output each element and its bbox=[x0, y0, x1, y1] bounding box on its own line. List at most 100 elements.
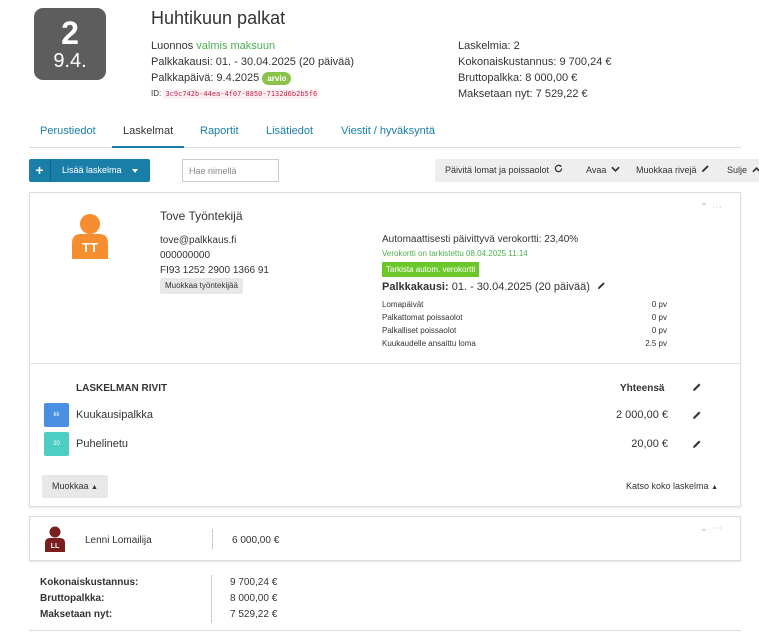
id-line: ID: 3c9c742b-44ea-4f07-8850-7132d6b2b5f6 bbox=[151, 86, 441, 102]
edit-employee-button[interactable]: Muokkaa työntekijää bbox=[160, 278, 243, 294]
refresh-icon bbox=[554, 159, 563, 182]
chevron-up-icon bbox=[751, 159, 759, 182]
edit-rows-label: Muokkaa rivejä bbox=[636, 165, 697, 175]
caret-down-icon bbox=[132, 169, 138, 173]
section-divider bbox=[30, 363, 740, 364]
tax-card-block: Automaattisesti päivittyvä verokortti: 2… bbox=[382, 233, 682, 350]
edit-row-icon[interactable] bbox=[692, 439, 702, 452]
expand-icon[interactable]: ⌄ bbox=[700, 523, 712, 534]
leave-row: Lomapäivät 0 pv bbox=[382, 298, 667, 311]
avatar: TT bbox=[70, 213, 110, 259]
summary-row: Bruttopalkka: 8 000,00 € bbox=[40, 591, 740, 607]
avatar-initials: LL bbox=[51, 543, 60, 550]
bottom-divider bbox=[29, 630, 741, 631]
edit-rows-button[interactable]: Muokkaa rivejä bbox=[636, 159, 710, 182]
see-full-calculation-link[interactable]: Katso koko laskelma ▲ bbox=[626, 481, 718, 491]
tax-checked-info: Verokortti on tarkistettu 08.04.2025 11:… bbox=[382, 249, 528, 258]
row-type-icon: kk bbox=[44, 403, 69, 427]
close-button[interactable]: Sulje bbox=[727, 159, 759, 182]
id-label: ID: bbox=[151, 89, 162, 98]
avatar: LL bbox=[44, 526, 66, 552]
pay-now-line: Maksetaan nyt: 7 529,22 € bbox=[458, 88, 588, 100]
employee-iban: FI93 1252 2900 1366 91 bbox=[160, 265, 269, 276]
card-controls: ⌄⋯ bbox=[700, 523, 726, 534]
pay-row: 20 Puhelinetu 20,00 € bbox=[44, 432, 724, 458]
row-value: 2 000,00 € bbox=[616, 409, 668, 421]
leave-row: Palkalliset poissaolot 0 pv bbox=[382, 324, 667, 337]
employee-card-collapsed[interactable]: ⌄⋯ LL Lenni Lomailija 6 000,00 € bbox=[29, 516, 741, 561]
count-line: Laskelmia: 2 bbox=[458, 40, 520, 52]
edit-period-icon[interactable] bbox=[597, 281, 606, 293]
edit-row-icon[interactable] bbox=[692, 410, 702, 423]
summary-row: Kokonaiskustannus: 9 700,24 € bbox=[40, 575, 740, 591]
page-title: Huhtikuun palkat bbox=[151, 8, 286, 28]
payroll-meta-right: Laskelmia: 2 Kokonaiskustannus: 9 700,24… bbox=[458, 38, 738, 102]
payday-text: Palkkapäivä: 9.4.2025 bbox=[151, 72, 260, 84]
pencil-icon bbox=[701, 159, 710, 182]
close-label: Sulje bbox=[727, 165, 748, 175]
summary-label: Kokonaiskustannus: bbox=[40, 577, 139, 588]
summary-row: Maksetaan nyt: 7 529,22 € bbox=[40, 607, 740, 623]
day-number: 2 bbox=[61, 15, 79, 51]
tab-laskelmat[interactable]: Laskelmat bbox=[112, 118, 185, 148]
check-tax-card-button[interactable]: Tarkista autom. verokortti bbox=[382, 262, 480, 277]
summary-label: Maksetaan nyt: bbox=[40, 609, 113, 620]
toolbar: + Lisää laskelma Päivitä lomat ja poissa… bbox=[29, 159, 759, 183]
leave-value: 2.5 pv bbox=[645, 339, 667, 348]
total-column-title: Yhteensä bbox=[620, 383, 665, 394]
row-label: Puhelinetu bbox=[76, 438, 128, 450]
status-line: Luonnos valmis maksuun bbox=[151, 38, 441, 54]
estimate-badge: arvio bbox=[262, 71, 292, 85]
employee-card-expanded: ⌃⋯ TT Tove Työntekijä tove@palkkaus.fi 0… bbox=[29, 192, 741, 507]
summary-value: 8 000,00 € bbox=[230, 593, 278, 604]
leave-value: 0 pv bbox=[651, 300, 667, 309]
refresh-leaves-button[interactable]: Päivitä lomat ja poissaolot bbox=[445, 159, 563, 182]
caret-up-icon: ▲ bbox=[91, 484, 98, 491]
total-cost-line: Kokonaiskustannus: 9 700,24 € bbox=[458, 56, 612, 68]
open-button[interactable]: Avaa bbox=[586, 159, 620, 182]
tab-lisatiedot[interactable]: Lisätiedot bbox=[255, 118, 324, 148]
tab-viestit[interactable]: Viestit / hyväksyntä bbox=[330, 118, 446, 148]
row-value: 20,00 € bbox=[631, 438, 668, 450]
edit-rows-icon[interactable] bbox=[692, 382, 702, 395]
leave-label: Palkalliset poissaolot bbox=[382, 326, 457, 335]
card-controls: ⌃⋯ bbox=[700, 202, 726, 213]
add-calculation-button[interactable]: + Lisää laskelma bbox=[29, 159, 150, 182]
payroll-meta-left: Luonnos valmis maksuun Palkkakausi: 01. … bbox=[151, 38, 441, 102]
employee-email: tove@palkkaus.fi bbox=[160, 235, 237, 246]
avatar-initials: TT bbox=[82, 240, 98, 255]
leave-label: Kuukaudelle ansaittu loma bbox=[382, 339, 476, 348]
status-highlight: valmis maksuun bbox=[196, 40, 276, 52]
tab-bar: Perustiedot Laskelmat Raportit Lisätiedo… bbox=[29, 118, 741, 148]
calc-rows-title: LASKELMAN RIVIT bbox=[76, 383, 168, 394]
edit-dropdown-button[interactable]: Muokkaa ▲ bbox=[42, 475, 108, 498]
more-icon[interactable]: ⋯ bbox=[712, 202, 726, 213]
leave-row: Kuukaudelle ansaittu loma 2.5 pv bbox=[382, 337, 667, 350]
plus-icon: + bbox=[29, 159, 51, 182]
collapse-icon[interactable]: ⌃ bbox=[700, 202, 712, 213]
summary-value: 7 529,22 € bbox=[230, 609, 278, 620]
summary-value: 9 700,24 € bbox=[230, 577, 278, 588]
search-input[interactable] bbox=[182, 159, 279, 182]
pay-row: kk Kuukausipalkka 2 000,00 € bbox=[44, 403, 724, 429]
open-label: Avaa bbox=[586, 165, 607, 175]
add-calculation-label: Lisää laskelma bbox=[62, 165, 122, 175]
tax-card-info: Automaattisesti päivittyvä verokortti: 2… bbox=[382, 234, 579, 245]
calc-period-label: Palkkakausi: bbox=[382, 281, 449, 293]
employee-amount: 6 000,00 € bbox=[232, 535, 280, 546]
leave-value: 0 pv bbox=[651, 326, 667, 335]
gross-line: Bruttopalkka: 8 000,00 € bbox=[458, 72, 578, 84]
period-line: Palkkakausi: 01. - 30.04.2025 (20 päivää… bbox=[151, 56, 355, 68]
row-type-icon: 20 bbox=[44, 432, 69, 456]
tab-perustiedot[interactable]: Perustiedot bbox=[29, 118, 107, 148]
row-label: Kuukausipalkka bbox=[76, 409, 154, 421]
leave-row: Palkattomat poissaolot 0 pv bbox=[382, 311, 667, 324]
tab-raportit[interactable]: Raportit bbox=[189, 118, 250, 148]
calc-period-value: 01. - 30.04.2025 (20 päivää) bbox=[451, 281, 590, 293]
caret-up-icon: ▲ bbox=[711, 484, 718, 491]
more-icon[interactable]: ⋯ bbox=[712, 523, 726, 534]
payday-line: Palkkapäivä: 9.4.2025 arvio bbox=[151, 70, 441, 86]
employee-name: Tove Työntekijä bbox=[160, 209, 243, 223]
leave-table: Lomapäivät 0 pv Palkattomat poissaolot 0 p… bbox=[382, 298, 667, 350]
edit-dropdown-label: Muokkaa bbox=[52, 481, 89, 491]
